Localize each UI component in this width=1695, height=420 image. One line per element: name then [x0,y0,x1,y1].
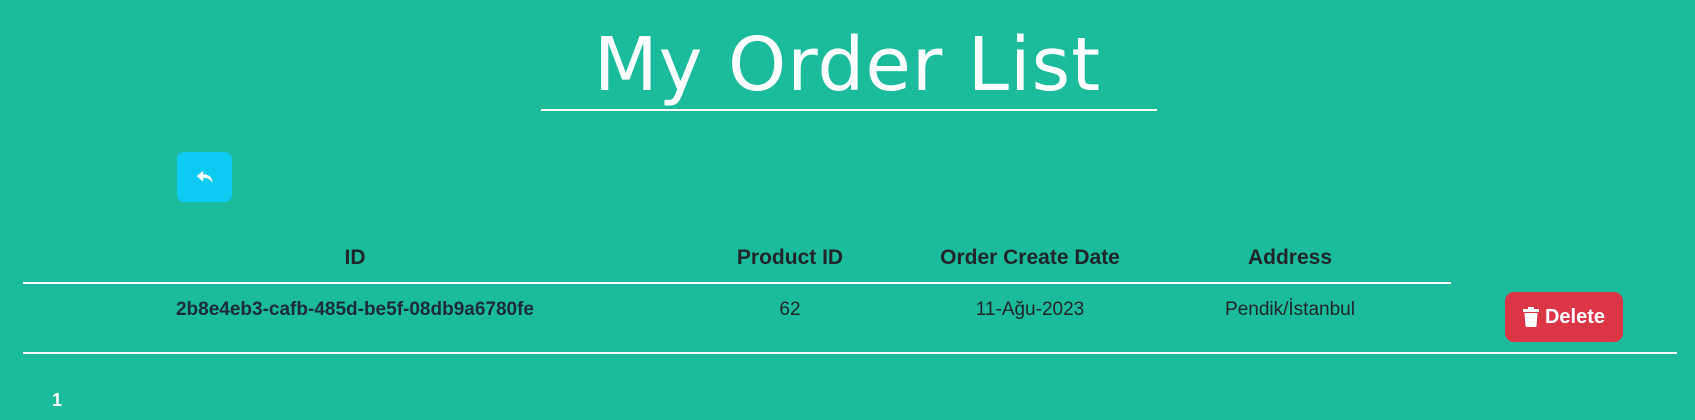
column-header-product-id: Product ID [736,246,844,269]
header-divider [23,282,1451,284]
cell-address: Pendik/İstanbul [1225,299,1355,320]
pagination-page-1[interactable]: 1 [52,388,62,412]
title-underline [541,109,1157,111]
column-header-order-create-date: Order Create Date [940,246,1120,269]
cell-product-id: 62 [779,299,801,320]
delete-button[interactable]: Delete [1505,292,1623,342]
delete-button-label: Delete [1544,305,1606,328]
cell-order-create-date: 11-Ağu-2023 [975,299,1085,320]
column-header-id: ID [344,246,366,269]
row-divider [23,352,1677,354]
back-button[interactable] [177,152,232,202]
cell-order-id: 2b8e4eb3-cafb-485d-be5f-08db9a6780fe [175,299,534,320]
trash-icon [1522,307,1539,327]
page-title: My Order List [593,22,1102,108]
reply-icon [196,170,213,184]
column-header-address: Address [1247,246,1333,269]
